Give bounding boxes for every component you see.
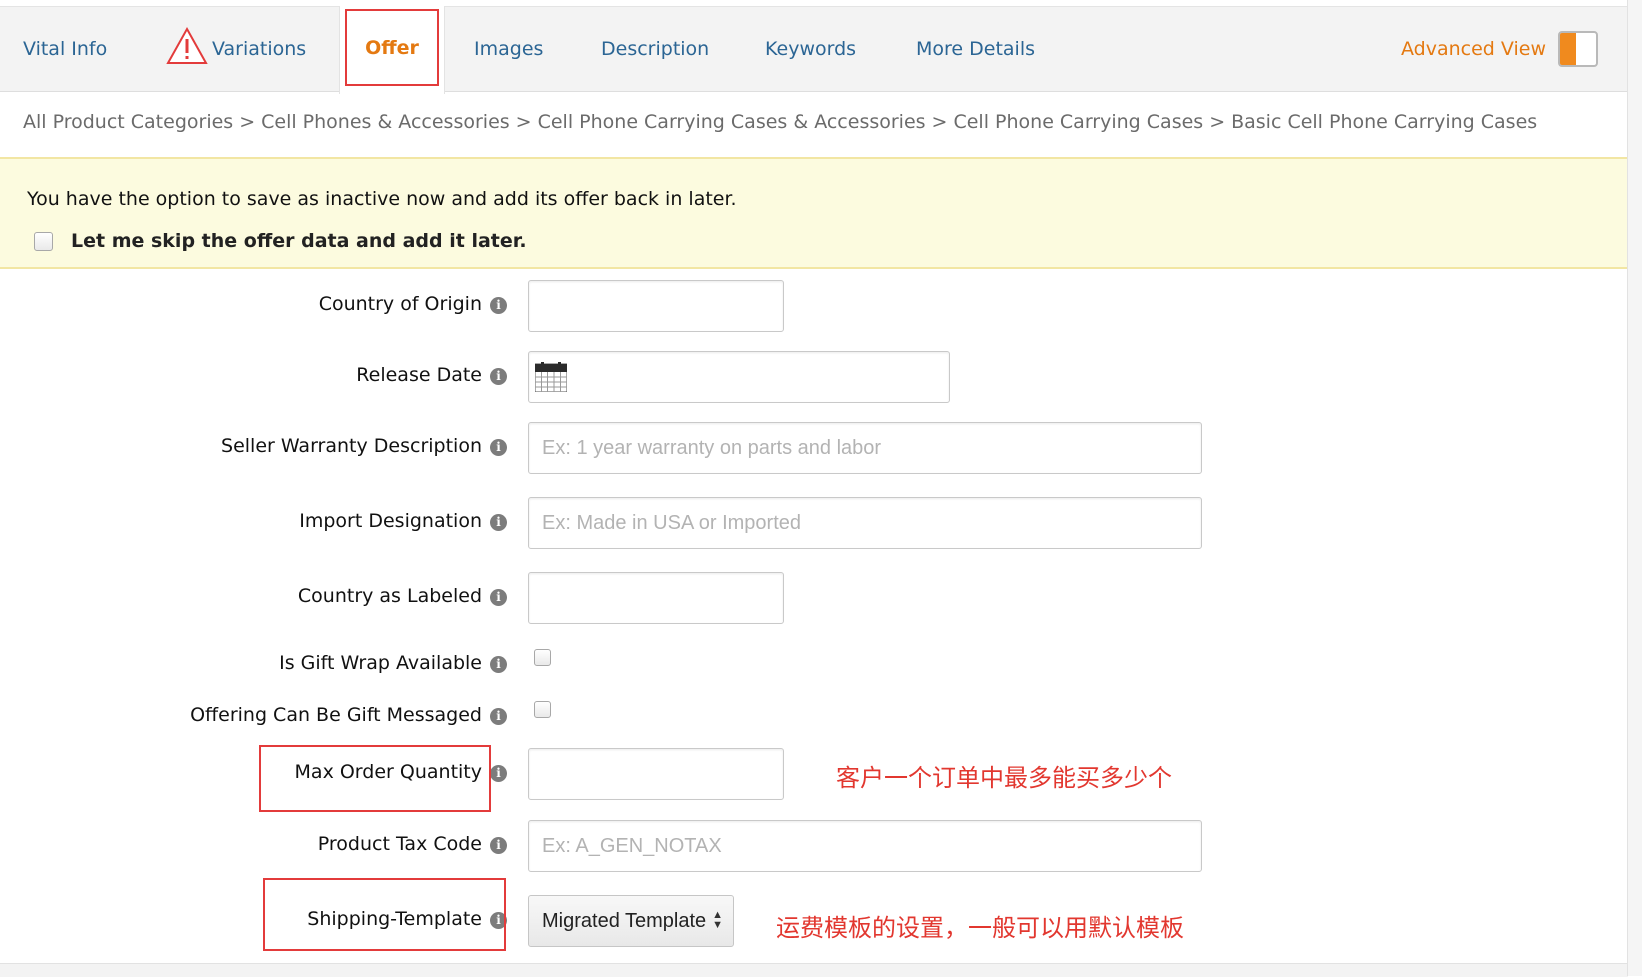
- advanced-view-control: Advanced View: [1401, 29, 1598, 69]
- info-icon[interactable]: i: [490, 297, 507, 314]
- max-order-quantity-annotation: 客户一个订单中最多能买多少个: [836, 764, 1172, 792]
- breadcrumb-item[interactable]: Cell Phone Carrying Cases: [953, 111, 1203, 133]
- release-date-label: Release Date: [356, 364, 482, 386]
- seller-warranty-input[interactable]: [528, 422, 1202, 474]
- max-order-quantity-label: Max Order Quantity: [294, 761, 482, 783]
- breadcrumb: All Product Categories > Cell Phones & Acc…: [23, 111, 1537, 133]
- breadcrumb-separator: >: [515, 111, 532, 133]
- warning-triangle-icon: [166, 26, 208, 64]
- tab-variations[interactable]: Variations: [212, 7, 306, 91]
- gift-message-checkbox[interactable]: [534, 701, 551, 718]
- shipping-template-label: Shipping-Template: [307, 908, 482, 930]
- info-icon[interactable]: i: [490, 765, 507, 782]
- tab-images[interactable]: Images: [474, 7, 543, 91]
- breadcrumb-item[interactable]: Cell Phone Carrying Cases & Accessories: [538, 111, 926, 133]
- shipping-template-annotation: 运费模板的设置，一般可以用默认模板: [776, 914, 1184, 942]
- info-icon[interactable]: i: [490, 368, 507, 385]
- tab-keywords[interactable]: Keywords: [765, 7, 856, 91]
- seller-warranty-label: Seller Warranty Description: [221, 435, 482, 457]
- skip-offer-alert: You have the option to save as inactive …: [0, 157, 1628, 269]
- product-tax-code-input[interactable]: [528, 820, 1202, 872]
- country-of-origin-input[interactable]: [528, 280, 784, 332]
- skip-offer-checkbox[interactable]: [34, 232, 53, 251]
- shipping-template-selected: Migrated Template: [542, 910, 707, 932]
- country-of-origin-label: Country of Origin: [318, 293, 482, 315]
- breadcrumb-separator: >: [931, 111, 948, 133]
- scrollbar-track[interactable]: [1627, 0, 1642, 976]
- calendar-icon[interactable]: [535, 362, 567, 392]
- select-arrows-icon: ▲ ▼: [712, 909, 723, 931]
- gift-message-label: Offering Can Be Gift Messaged: [190, 704, 482, 726]
- gift-wrap-checkbox[interactable]: [534, 649, 551, 666]
- breadcrumb-item[interactable]: Cell Phones & Accessories: [261, 111, 510, 133]
- advanced-view-label: Advanced View: [1401, 38, 1546, 60]
- info-icon[interactable]: i: [490, 589, 507, 606]
- import-designation-label: Import Designation: [299, 510, 482, 532]
- release-date-input[interactable]: [528, 351, 950, 403]
- breadcrumb-item[interactable]: Basic Cell Phone Carrying Cases: [1231, 111, 1537, 133]
- breadcrumb-separator: >: [1209, 111, 1226, 133]
- tab-description[interactable]: Description: [601, 7, 709, 91]
- skip-offer-label[interactable]: Let me skip the offer data and add it la…: [71, 230, 527, 252]
- tab-offer[interactable]: Offer: [339, 6, 445, 94]
- tab-more-details[interactable]: More Details: [916, 7, 1035, 91]
- import-designation-input[interactable]: [528, 497, 1202, 549]
- info-icon[interactable]: i: [490, 514, 507, 531]
- country-as-labeled-input[interactable]: [528, 572, 784, 624]
- tab-offer-label: Offer: [365, 37, 419, 59]
- breadcrumb-separator: >: [239, 111, 256, 133]
- gift-wrap-label: Is Gift Wrap Available: [279, 652, 482, 674]
- breadcrumb-item[interactable]: All Product Categories: [23, 111, 233, 133]
- toggle-knob: [1560, 33, 1576, 65]
- shipping-template-select[interactable]: Migrated Template ▲ ▼: [528, 895, 734, 947]
- page-bottom-edge: [0, 963, 1628, 977]
- tab-bar: Vital Info Variations Offer Images Descr…: [0, 6, 1628, 94]
- advanced-view-toggle[interactable]: [1558, 31, 1598, 67]
- tab-vital-info[interactable]: Vital Info: [23, 7, 107, 91]
- info-icon[interactable]: i: [490, 837, 507, 854]
- alert-message: You have the option to save as inactive …: [27, 188, 737, 210]
- info-icon[interactable]: i: [490, 708, 507, 725]
- country-as-labeled-label: Country as Labeled: [297, 585, 482, 607]
- info-icon[interactable]: i: [490, 912, 507, 929]
- max-order-quantity-input[interactable]: [528, 748, 784, 800]
- product-tax-code-label: Product Tax Code: [317, 833, 482, 855]
- info-icon[interactable]: i: [490, 656, 507, 673]
- info-icon[interactable]: i: [490, 439, 507, 456]
